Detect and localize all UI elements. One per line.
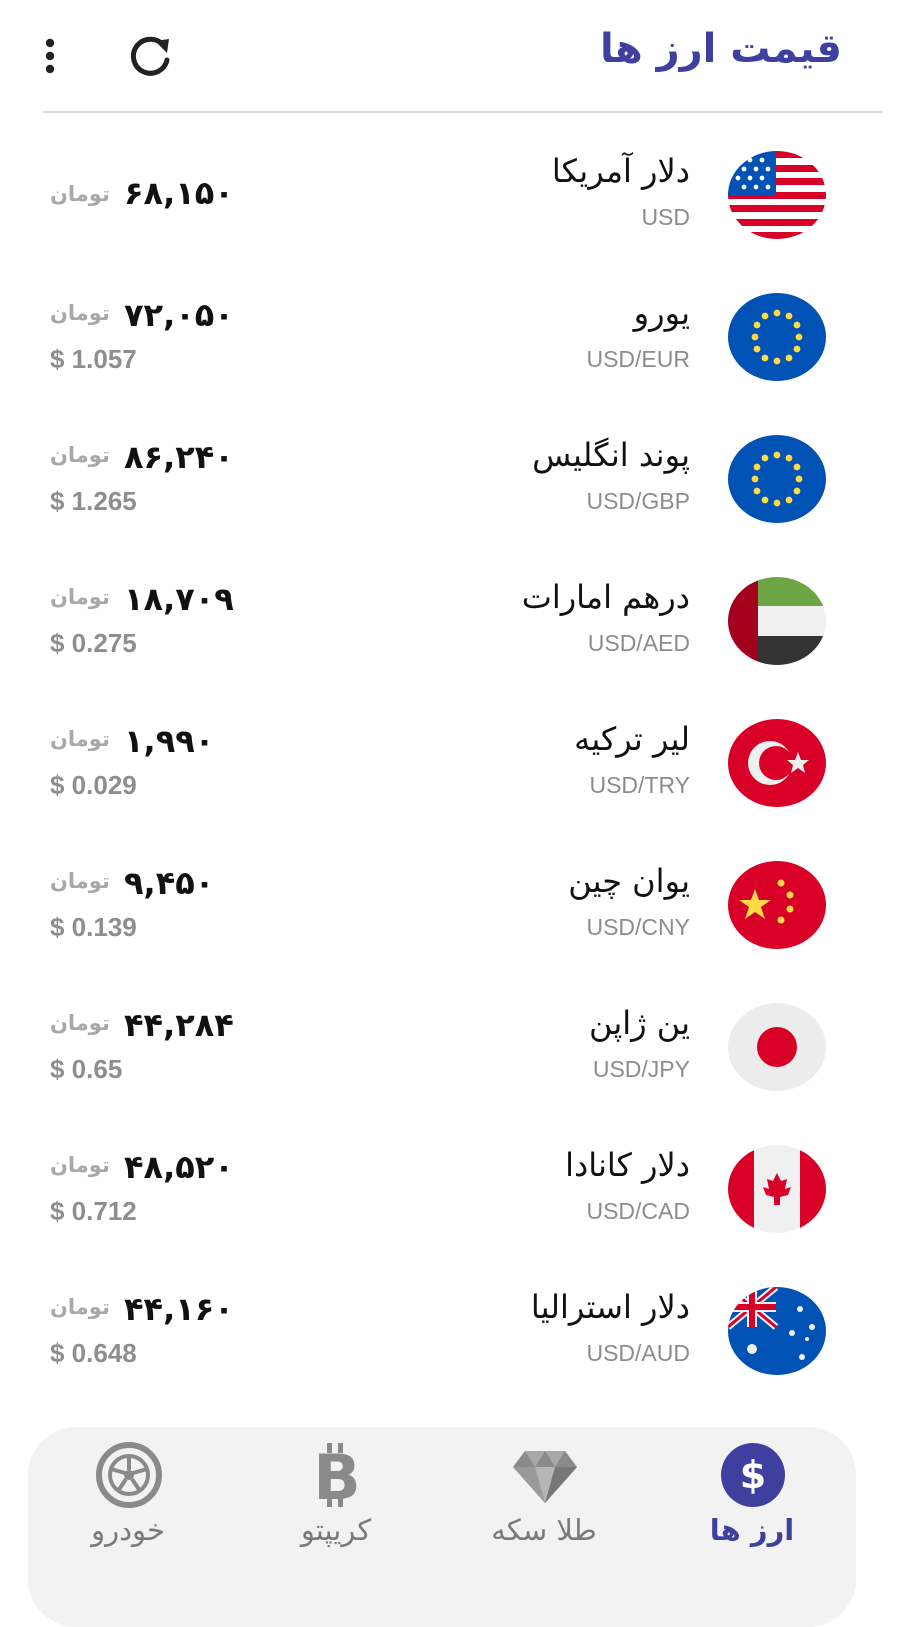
usd-rate: $ 1.265: [50, 486, 137, 516]
currency-row-aud[interactable]: دلار استرالیا USD/AUD ۴۴,۱۶۰ تومان $ 0.6…: [0, 1260, 900, 1402]
nav-tab-gold-coin[interactable]: طلا سکه: [444, 1427, 644, 1600]
header-divider: [43, 111, 883, 113]
price-unit: تومان: [50, 182, 110, 206]
price-unit: تومان: [50, 727, 110, 751]
price-unit: تومان: [50, 1295, 110, 1319]
currency-name: ین ژاپن: [588, 1004, 690, 1042]
currency-name: یورو: [633, 294, 690, 332]
currency-name: دلار کانادا: [565, 1146, 690, 1184]
bitcoin-icon: B: [313, 1441, 360, 1509]
currency-name: لیر ترکیه: [574, 720, 690, 758]
currency-name: پوند انگلیس: [532, 436, 690, 474]
dollar-icon: $: [721, 1443, 785, 1507]
currency-row-try[interactable]: لیر ترکیه USD/TRY ۱,۹۹۰ تومان $ 0.029: [0, 692, 900, 834]
app-header: قیمت ارز ها: [0, 0, 900, 113]
currency-code: USD/CNY: [586, 914, 690, 940]
currency-name: دلار استرالیا: [530, 1288, 690, 1326]
currency-price: ۷۲,۰۵۰: [124, 296, 234, 334]
nav-tab-car[interactable]: خودرو: [28, 1427, 228, 1600]
currency-code: USD/CAD: [586, 1198, 690, 1224]
currency-name: دلار آمریکا: [551, 152, 690, 190]
turkey-flag-icon: [728, 719, 826, 807]
currency-price: ۴۴,۲۸۴: [124, 1006, 234, 1044]
svg-text:B: B: [313, 1441, 360, 1509]
bottom-navigation: $ ارز ها طلا سکه B کریپتو خودرو: [28, 1427, 856, 1627]
eu-flag-icon: [728, 435, 826, 523]
japan-flag-icon: [728, 1003, 826, 1091]
nav-tab-currencies[interactable]: $ ارز ها: [652, 1427, 852, 1600]
currency-code: USD/JPY: [592, 1056, 690, 1082]
page-title: قیمت ارز ها: [599, 26, 842, 72]
price-unit: تومان: [50, 869, 110, 893]
currency-name: یوان چین: [568, 862, 690, 900]
currency-code: USD/EUR: [586, 346, 690, 372]
usd-rate: $ 1.057: [50, 344, 137, 374]
currency-price: ۴۸,۵۲۰: [124, 1148, 234, 1186]
more-options-icon[interactable]: [34, 34, 66, 78]
usd-rate: $ 0.648: [50, 1338, 137, 1368]
svg-text:$: $: [740, 1453, 766, 1497]
us-flag-icon: [728, 151, 826, 239]
price-unit: تومان: [50, 585, 110, 609]
uae-flag-icon: [728, 577, 826, 665]
currency-row-jpy[interactable]: ین ژاپن USD/JPY ۴۴,۲۸۴ تومان $ 0.65: [0, 976, 900, 1118]
price-unit: تومان: [50, 301, 110, 325]
currency-price: ۸۶,۲۴۰: [124, 438, 234, 476]
currency-row-cny[interactable]: یوان چین USD/CNY ۹,۴۵۰ تومان $ 0.139: [0, 834, 900, 976]
currency-row-eur[interactable]: یورو USD/EUR ۷۲,۰۵۰ تومان $ 1.057: [0, 266, 900, 408]
eu-flag-icon: [728, 293, 826, 381]
currency-row-gbp[interactable]: پوند انگلیس USD/GBP ۸۶,۲۴۰ تومان $ 1.265: [0, 408, 900, 550]
refresh-icon[interactable]: [126, 32, 174, 80]
nav-label: کریپتو: [300, 1513, 372, 1547]
nav-label: طلا سکه: [491, 1513, 597, 1547]
currency-code: USD: [641, 204, 690, 230]
usd-rate: $ 0.029: [50, 770, 137, 800]
china-flag-icon: [728, 861, 826, 949]
currency-code: USD/TRY: [589, 772, 690, 798]
price-unit: تومان: [50, 1153, 110, 1177]
currency-code: USD/AUD: [586, 1340, 690, 1366]
currency-code: USD/GBP: [586, 488, 690, 514]
price-unit: تومان: [50, 443, 110, 467]
usd-rate: $ 0.275: [50, 628, 137, 658]
currency-price: ۹,۴۵۰: [124, 864, 215, 902]
currency-price: ۱۸,۷۰۹: [124, 580, 234, 618]
nav-tab-crypto[interactable]: B کریپتو: [236, 1427, 436, 1600]
currency-code: USD/AED: [587, 630, 690, 656]
diamond-icon: [513, 1451, 577, 1503]
currency-row-usd[interactable]: دلار آمریکا USD ۶۸,۱۵۰ تومان: [0, 124, 900, 266]
wheel-icon: [96, 1442, 162, 1508]
currency-row-cad[interactable]: دلار کانادا USD/CAD ۴۸,۵۲۰ تومان $ 0.712: [0, 1118, 900, 1260]
currency-price: ۴۴,۱۶۰: [124, 1290, 234, 1328]
australia-flag-icon: [728, 1287, 826, 1375]
usd-rate: $ 0.139: [50, 912, 137, 942]
currency-row-aed[interactable]: درهم امارات USD/AED ۱۸,۷۰۹ تومان $ 0.275: [0, 550, 900, 692]
usd-rate: $ 0.712: [50, 1196, 137, 1226]
canada-flag-icon: [728, 1145, 826, 1233]
usd-rate: $ 0.65: [50, 1054, 123, 1084]
currency-price: ۱,۹۹۰: [124, 722, 215, 760]
currency-price: ۶۸,۱۵۰: [124, 174, 234, 212]
price-unit: تومان: [50, 1011, 110, 1035]
nav-label: ارز ها: [709, 1513, 795, 1547]
nav-label: خودرو: [91, 1513, 165, 1547]
currency-name: درهم امارات: [521, 578, 690, 616]
